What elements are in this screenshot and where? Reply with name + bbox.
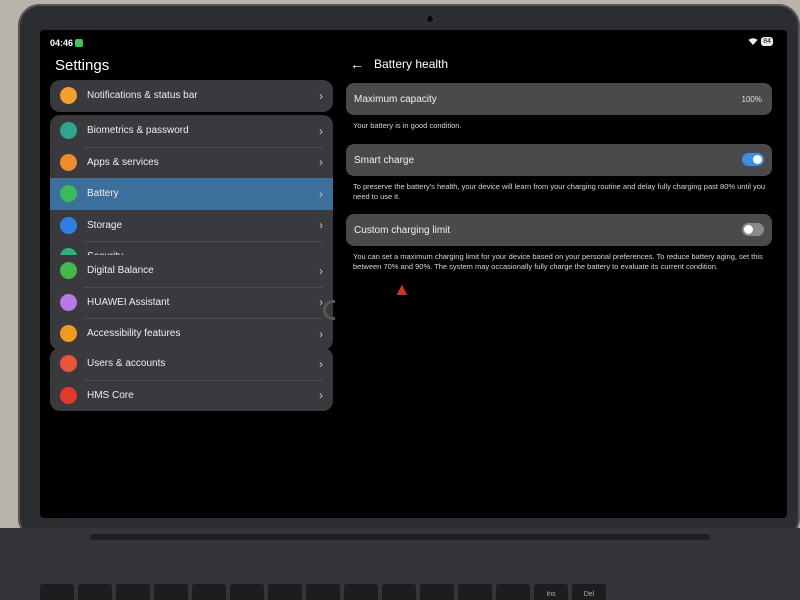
keyboard-key[interactable]: Ins (534, 584, 568, 600)
sidebar-item-battery[interactable]: Battery › (50, 178, 333, 210)
detail-header: ← Battery health (350, 56, 448, 72)
sidebar-item-label: Digital Balance (87, 265, 154, 277)
toggle-knob (744, 225, 753, 234)
chevron-right-icon: › (319, 123, 323, 138)
keyboard-key[interactable] (458, 584, 492, 600)
chevron-right-icon: › (319, 326, 323, 341)
keyboard-key[interactable] (496, 584, 530, 600)
maximum-capacity-label: Maximum capacity (354, 93, 437, 105)
chevron-right-icon: › (319, 88, 323, 103)
custom-charging-limit-row[interactable]: Custom charging limit (346, 214, 772, 246)
settings-group: Notifications & status bar › (50, 80, 333, 112)
smart-charge-row[interactable]: Smart charge (346, 144, 772, 176)
sidebar-item-biometrics-password[interactable]: Biometrics & password › (50, 115, 333, 147)
maximum-capacity-value: 100% (741, 94, 762, 104)
screen: 04:46 84 Settings Notifications & status… (40, 30, 787, 518)
page-title: Battery health (374, 57, 449, 71)
mouse-cursor-icon: ▲ (393, 279, 411, 299)
sidebar-item-storage[interactable]: Storage › (50, 210, 333, 242)
bell-icon (60, 87, 77, 105)
keyboard-key[interactable] (268, 584, 302, 600)
sidebar-item-notifications-status-bar[interactable]: Notifications & status bar › (50, 80, 333, 112)
keyboard-key[interactable] (78, 584, 112, 600)
chevron-right-icon: › (319, 155, 323, 170)
custom-charging-limit-label: Custom charging limit (354, 224, 451, 236)
settings-title: Settings (55, 57, 110, 74)
smart-charge-label: Smart charge (354, 154, 415, 166)
sidebar-item-apps-services[interactable]: Apps & services › (50, 146, 333, 179)
keyboard-key[interactable] (154, 584, 188, 600)
sidebar-item-hms-core[interactable]: HMS Core › (50, 379, 333, 412)
status-icons: 84 (748, 37, 773, 46)
keyboard-key[interactable]: Del (572, 584, 606, 600)
status-bar: 04:46 84 (40, 30, 787, 52)
battery-condition-note: Your battery is in good condition. (353, 121, 462, 130)
keyboard-key[interactable] (306, 584, 340, 600)
sidebar-item-huawei-assistant[interactable]: HUAWEI Assistant › (50, 286, 333, 319)
sidebar-item-users-accounts[interactable]: Users & accounts › (50, 348, 333, 380)
keyboard-key[interactable] (420, 584, 454, 600)
keyboard-key[interactable] (116, 584, 150, 600)
chevron-right-icon: › (319, 218, 323, 233)
sidebar-item-label: Storage (87, 219, 123, 231)
maximum-capacity-row[interactable]: Maximum capacity 100% (346, 83, 772, 115)
sidebar-item-label: Battery (87, 188, 119, 200)
custom-charging-limit-description: You can set a maximum charging limit for… (353, 252, 763, 271)
toggle-knob (753, 155, 762, 164)
sidebar-item-label: Biometrics & password (87, 125, 189, 137)
battery-icon (60, 185, 77, 203)
sidebar-item-label: HMS Core (87, 389, 134, 401)
sidebar-item-label: Accessibility features (87, 328, 181, 340)
status-time: 04:46 (50, 38, 84, 48)
sidebar-item-accessibility-features[interactable]: Accessibility features › (50, 318, 333, 350)
battery-level-icon: 84 (761, 37, 773, 46)
key-icon (60, 122, 77, 140)
keyboard-key[interactable] (40, 584, 74, 600)
sidebar-item-label: Users & accounts (87, 358, 166, 370)
keyboard-cover: Ins Del (0, 528, 800, 600)
chevron-right-icon: › (319, 388, 323, 403)
apps-icon (60, 153, 77, 171)
custom-charging-limit-toggle[interactable] (742, 223, 764, 236)
sidebar-item-label: Notifications & status bar (87, 90, 198, 102)
sidebar-item-digital-balance[interactable]: Digital Balance › (50, 255, 333, 287)
sidebar-item-label: HUAWEI Assistant (87, 296, 170, 308)
keyboard-keys: Ins Del (40, 584, 606, 600)
back-arrow-icon[interactable]: ← (350, 56, 364, 72)
keyboard-key[interactable] (344, 584, 378, 600)
keyboard-key[interactable] (192, 584, 226, 600)
settings-group: Digital Balance › HUAWEI Assistant › Accessi… (50, 255, 333, 350)
chevron-right-icon: › (319, 186, 323, 201)
assistant-icon (60, 293, 77, 311)
front-camera (425, 14, 435, 24)
user-icon (60, 355, 77, 373)
smart-charge-description: To preserve the battery's health, your d… (353, 182, 766, 201)
chevron-right-icon: › (319, 356, 323, 371)
keyboard-key[interactable] (230, 584, 264, 600)
sidebar-item-label: Apps & services (87, 156, 159, 168)
smart-charge-toggle[interactable] (742, 153, 764, 166)
hms-icon (60, 386, 77, 404)
keyboard-key[interactable] (382, 584, 416, 600)
wifi-icon (748, 38, 758, 45)
storage-icon (60, 216, 77, 234)
notification-dot-icon (75, 39, 84, 47)
hand-icon (60, 325, 77, 343)
chevron-right-icon: › (319, 263, 323, 278)
hourglass-icon (60, 262, 77, 280)
settings-group: Users & accounts › HMS Core › (50, 348, 333, 411)
